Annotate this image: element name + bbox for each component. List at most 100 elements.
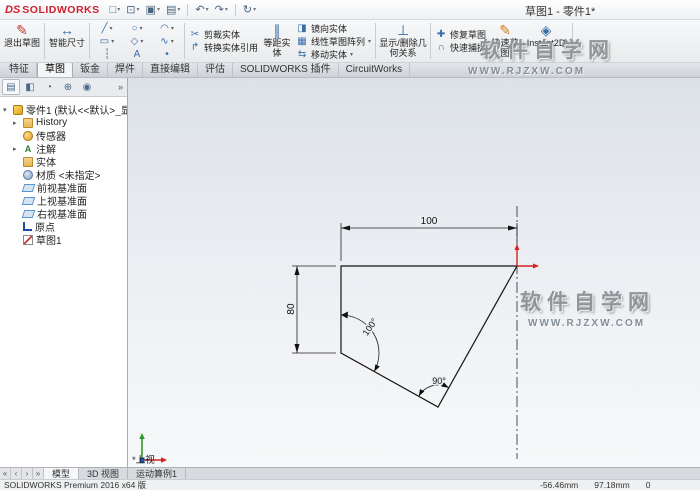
dropdown-icon[interactable]: ▾: [137, 6, 140, 13]
dropdown-icon[interactable]: ▾: [368, 38, 371, 45]
dropdown-icon[interactable]: ▾: [111, 38, 114, 45]
circle-tool-button[interactable]: ○ ▾: [122, 22, 152, 35]
tab-circuitworks[interactable]: CircuitWorks: [339, 63, 411, 77]
tab-scroll-next-button[interactable]: ›: [22, 468, 33, 479]
ribbon-separator: [375, 23, 377, 59]
tab-scroll-prev-button[interactable]: ‹: [11, 468, 22, 479]
display-delete-relations-button[interactable]: ⊥ 显示/删除几何关系: [378, 21, 428, 61]
dimension-width-value[interactable]: 100: [419, 215, 439, 229]
exit-sketch-icon: ✎: [16, 22, 28, 38]
line-tool-button[interactable]: ╱ ▾: [92, 22, 122, 35]
dropdown-icon[interactable]: ▾: [253, 6, 256, 13]
tab-scroll-first-button[interactable]: «: [0, 468, 11, 479]
ribbon-separator: [44, 23, 45, 59]
sketch-origin-marker[interactable]: [514, 244, 540, 269]
tree-item-right-plane[interactable]: ▸ 右视基准面: [0, 207, 127, 220]
dropdown-icon[interactable]: ▾: [140, 38, 143, 45]
tab-evaluate[interactable]: 评估: [198, 63, 233, 77]
tab-3d-views[interactable]: 3D 视图: [79, 468, 129, 479]
offset-entities-button[interactable]: ∥ 等距实体: [260, 21, 294, 61]
toolbar-separator: [234, 3, 236, 16]
repair-sketch-button[interactable]: ✚ 修复草图: [435, 29, 486, 41]
tab-solidworks-addins[interactable]: SOLIDWORKS 插件: [233, 63, 339, 77]
rapid-sketch-button[interactable]: ✎ 快速草图: [488, 21, 522, 61]
tree-item-origin[interactable]: ▸ 原点: [0, 220, 127, 233]
dimension-extension-lines: [292, 223, 518, 354]
linear-pattern-button[interactable]: ▦ 线性草图阵列 ▾: [296, 35, 371, 47]
dropdown-icon[interactable]: ▾: [117, 6, 120, 13]
point-tool-button[interactable]: •: [152, 48, 182, 61]
arc-tool-button[interactable]: ◠ ▾: [152, 22, 182, 35]
dropdown-icon[interactable]: ▾: [157, 6, 160, 13]
tree-item-label: History: [36, 117, 68, 128]
ribbon-separator: [572, 23, 574, 59]
convert-entities-button[interactable]: ↱ 转换实体引用: [189, 42, 258, 54]
trim-entities-button[interactable]: ✂ 剪裁实体: [189, 29, 258, 41]
smart-dimension-button[interactable]: ↔ 智能尺寸: [47, 21, 87, 61]
tab-motion-study[interactable]: 运动算例1: [128, 468, 187, 479]
configuration-manager-tab[interactable]: ◔: [40, 79, 58, 95]
tab-sheet-metal[interactable]: 钣金: [73, 63, 108, 77]
trim-entities-label: 剪裁实体: [204, 30, 241, 40]
dimension-angle-left[interactable]: 100°: [340, 311, 381, 372]
instant2d-button[interactable]: ◈ Instant2D: [522, 21, 570, 61]
display-manager-tab[interactable]: ◉: [78, 79, 96, 95]
toolbar-separator: [187, 3, 189, 16]
exit-sketch-button[interactable]: ✎ 退出草图: [2, 21, 42, 61]
sketch-canvas[interactable]: 100 80 100° 90°: [128, 78, 700, 467]
tab-model[interactable]: 模型: [44, 468, 80, 479]
dropdown-icon[interactable]: ▾: [225, 6, 228, 13]
dropdown-icon[interactable]: ▾: [110, 25, 113, 32]
dimension-height-value[interactable]: 80: [285, 302, 299, 317]
expander-icon[interactable]: ▾: [3, 106, 10, 114]
last-icon: »: [35, 469, 41, 478]
save-button[interactable]: ▣ ▾: [144, 2, 162, 17]
panel-overflow-chevron-icon[interactable]: »: [118, 82, 125, 92]
new-document-button[interactable]: □ ▾: [108, 2, 123, 17]
tree-item-part-root[interactable]: ▾ 零件1 (默认<<默认>_显示状态: [0, 103, 127, 116]
tree-item-annotations[interactable]: ▸ 注解: [0, 142, 127, 155]
move-entities-button[interactable]: ⇆ 移动实体 ▾: [296, 48, 371, 60]
tab-direct-editing[interactable]: 直接编辑: [143, 63, 198, 77]
tab-weldments[interactable]: 焊件: [108, 63, 143, 77]
dropdown-icon[interactable]: ▾: [140, 25, 143, 32]
tree-item-sensors[interactable]: ▸ 传感器: [0, 129, 127, 142]
expander-icon[interactable]: ▸: [13, 119, 20, 127]
property-manager-tab[interactable]: ◧: [21, 79, 39, 95]
text-tool-button[interactable]: A: [122, 48, 152, 61]
graphics-viewport[interactable]: 100 80 100° 90° *上视: [128, 78, 700, 467]
dimension-angle-bottom-value[interactable]: 90°: [431, 375, 448, 388]
open-document-button[interactable]: ⊡ ▾: [124, 2, 141, 17]
mirror-entities-button[interactable]: ◨ 镜向实体: [296, 22, 371, 34]
dropdown-icon[interactable]: ▾: [206, 6, 209, 13]
dimension-angle-left-value[interactable]: 100°: [359, 315, 381, 339]
redo-button[interactable]: ↷ ▾: [213, 2, 230, 17]
tree-item-front-plane[interactable]: ▸ 前视基准面: [0, 181, 127, 194]
dimension-angle-bottom[interactable]: 90°: [418, 375, 449, 397]
polygon-tool-button[interactable]: ◇ ▾: [122, 35, 152, 48]
undo-button[interactable]: ↶ ▾: [193, 2, 210, 17]
rectangle-tool-button[interactable]: ▭ ▾: [92, 35, 122, 48]
expander-icon[interactable]: ▸: [13, 145, 20, 153]
dropdown-icon[interactable]: ▾: [171, 25, 174, 32]
tab-features[interactable]: 特征: [2, 63, 37, 77]
tree-item-material[interactable]: ▸ 材质 <未指定>: [0, 168, 127, 181]
rebuild-button[interactable]: ↻ ▾: [241, 2, 258, 17]
dropdown-icon[interactable]: ▾: [177, 6, 180, 13]
spline-tool-button[interactable]: ∿ ▾: [152, 35, 182, 48]
tree-item-solid-bodies[interactable]: ▸ 实体: [0, 155, 127, 168]
dimension-width[interactable]: 100: [341, 215, 517, 231]
centerline-tool-button[interactable]: ┆: [92, 48, 122, 61]
dropdown-icon[interactable]: ▾: [171, 38, 174, 45]
dimxpert-manager-tab[interactable]: ⊕: [59, 79, 77, 95]
tab-sketch[interactable]: 草图: [37, 62, 73, 77]
feature-manager-tab[interactable]: ▤: [2, 79, 20, 95]
tree-item-sketch1[interactable]: ▸ 草图1: [0, 233, 127, 246]
dropdown-icon[interactable]: ▾: [350, 51, 353, 58]
quick-snaps-button[interactable]: ∩ 快速捕捉: [435, 42, 486, 54]
tree-item-history[interactable]: ▸ History: [0, 116, 127, 129]
print-button[interactable]: ▤ ▾: [164, 2, 182, 17]
tree-item-top-plane[interactable]: ▸ 上视基准面: [0, 194, 127, 207]
tab-scroll-last-button[interactable]: »: [33, 468, 44, 479]
dimension-height[interactable]: 80: [285, 266, 300, 353]
